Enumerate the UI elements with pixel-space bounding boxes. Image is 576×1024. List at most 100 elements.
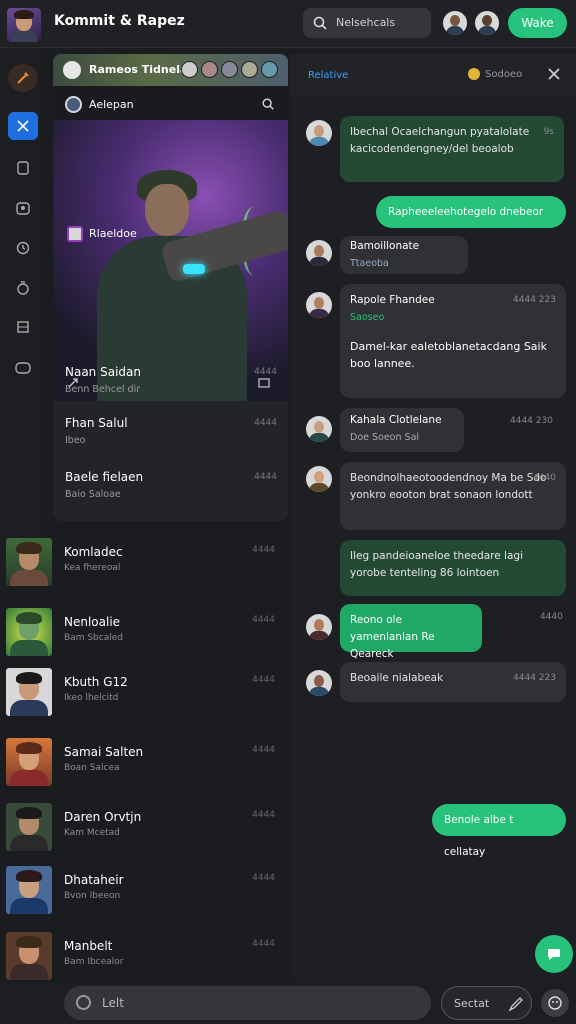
avatar[interactable] — [306, 292, 332, 318]
chat-title: Relative — [308, 70, 349, 81]
new-chat-button[interactable] — [535, 935, 573, 973]
sword-icon — [17, 72, 29, 84]
message-input[interactable]: Lelt — [64, 986, 431, 1020]
crossed-swords-icon — [17, 120, 29, 132]
rail-item[interactable] — [8, 154, 38, 182]
coin-icon — [468, 68, 480, 80]
item-subtitle: Kam Mcetad — [64, 828, 120, 838]
list-item[interactable]: Manbelt Bam Ibcealor 4444 — [0, 930, 289, 988]
search-label: Nelsehcals — [336, 16, 396, 29]
item-subtitle: Baio Saloae — [65, 489, 121, 500]
list-item[interactable]: Komladec Kea fhereoal 4444 — [0, 536, 289, 594]
item-subtitle: Benn Behcel dir — [65, 384, 141, 395]
search-icon[interactable] — [261, 97, 275, 111]
message-bubble: Rapole Fhandee Saoseo 4444 223 Damel-kar… — [340, 284, 566, 398]
avatar[interactable] — [306, 614, 332, 640]
item-subtitle: Bam Sbcaled — [64, 633, 123, 643]
rail-item-active[interactable] — [8, 112, 38, 140]
avatar[interactable] — [261, 61, 278, 78]
message-author: Bamoillonate — [350, 240, 420, 252]
avatar[interactable] — [181, 61, 198, 78]
outgoing-message: Benole albe t cellatay — [432, 804, 566, 858]
avatar[interactable] — [306, 416, 332, 442]
message-author: Kahala Clotlelane — [350, 414, 442, 426]
item-name: Fhan Salul — [65, 416, 128, 430]
avatar[interactable] — [306, 466, 332, 492]
message-sub: Saoseo — [350, 312, 385, 323]
item-time: 4444 — [254, 367, 277, 377]
community-header[interactable]: Rameos Tidnelar — [53, 54, 288, 86]
item-subtitle: Ibeo — [65, 435, 86, 446]
message-time: 9s — [543, 127, 554, 137]
app-title: Kommit & Rapez — [54, 13, 185, 29]
channel-name: Aelepan — [89, 98, 134, 111]
avatar[interactable] — [201, 61, 218, 78]
avatar[interactable] — [306, 240, 332, 266]
channel-logo — [65, 96, 82, 113]
item-time: 4444 — [252, 810, 275, 820]
message-bubble: Beondnolhaeotoodendnoy Ma be Sdo yonkro … — [340, 462, 566, 530]
list-item[interactable]: Samai Salten Boan Salcea 4444 — [0, 736, 289, 794]
list-item[interactable]: Baele fielaen Baio Saloae 4444 — [65, 470, 277, 500]
avatar[interactable] — [306, 120, 332, 146]
rail-item[interactable] — [8, 194, 38, 222]
rail-item[interactable] — [8, 234, 38, 262]
message-text: Beoaile nialabeak — [350, 672, 444, 684]
rail-item[interactable] — [8, 313, 38, 341]
featured-name: Rlaeldoe — [89, 227, 137, 240]
list-item[interactable]: Dhataheir Bvon Ibeeon 4444 — [0, 864, 289, 922]
message-time: 4444 223 — [513, 673, 556, 683]
avatar[interactable] — [475, 11, 499, 35]
composer: Lelt Sectat — [0, 982, 576, 1024]
message-time: 4440 — [540, 612, 563, 622]
avatar — [6, 668, 52, 716]
emoji-button[interactable] — [541, 989, 569, 1017]
send-label: Sectat — [454, 997, 490, 1010]
chat-bubble-icon — [548, 949, 560, 960]
rail-item[interactable] — [8, 274, 38, 302]
chat-header: Relative Sodoeo — [290, 54, 576, 96]
app-avatar[interactable] — [7, 8, 41, 42]
list-item[interactable]: Nenloalie Bam Sbcaled 4444 — [0, 606, 289, 664]
channel-hero-image[interactable]: Aelepan Rlaeldoe — [53, 86, 288, 401]
rail-item[interactable] — [8, 354, 38, 382]
item-name: Samai Salten — [64, 745, 144, 759]
send-button[interactable]: Sectat — [441, 986, 532, 1020]
message-text: Reono ole yamenlanlan Re Qeareck — [350, 614, 435, 660]
item-time: 4444 — [254, 472, 277, 482]
avatar[interactable] — [221, 61, 238, 78]
message-input-placeholder: Lelt — [102, 996, 124, 1010]
message-bubble: Beoaile nialabeak 4444 223 — [340, 662, 566, 702]
message-text: Damel-kar ealetoblanetacdang Saik boo la… — [350, 340, 547, 370]
item-name: Manbelt — [64, 939, 113, 953]
message-text: Ileg pandeioaneloe theedare lagi yorobe … — [350, 550, 523, 579]
avatar — [6, 538, 52, 586]
avatar[interactable] — [306, 670, 332, 696]
list-item[interactable]: Naan Saidan Benn Behcel dir 4444 — [65, 365, 277, 395]
item-name: Daren Orvtjn — [64, 810, 142, 824]
refresh-icon — [16, 241, 30, 255]
rail-home[interactable] — [8, 64, 38, 92]
community-panel: Rameos Tidnelar Aelepan Rlaeldoe Naan Sa… — [53, 54, 288, 521]
wake-button[interactable]: Wake — [508, 8, 567, 38]
left-rail — [0, 48, 46, 588]
chat-count: Sodoeo — [485, 69, 523, 80]
avatar[interactable] — [241, 61, 258, 78]
attach-icon[interactable] — [76, 995, 91, 1010]
featured-avatar[interactable] — [67, 226, 83, 242]
item-name: Baele fielaen — [65, 470, 144, 484]
avatar[interactable] — [443, 11, 467, 35]
avatar — [6, 932, 52, 980]
grid-icon — [17, 321, 29, 333]
conversation-list: Komladec Kea fhereoal 4444 Nenloalie Bam… — [0, 534, 289, 982]
list-item[interactable]: Fhan Salul Ibeo 4444 — [65, 416, 277, 446]
item-subtitle: Bvon Ibeeon — [64, 891, 121, 901]
list-item[interactable]: Daren Orvtjn Kam Mcetad 4444 — [0, 801, 289, 859]
message-bubble: Ibechal Ocaelchangun pyatalolate kacicod… — [340, 116, 564, 182]
emoji-icon — [548, 996, 562, 1010]
message-text: Ibechal Ocaelchangun pyatalolate kacicod… — [350, 126, 530, 155]
search-input[interactable]: Nelsehcals — [303, 8, 431, 38]
close-icon[interactable] — [546, 66, 562, 82]
list-item[interactable]: Kbuth G12 Ikeo lhelcitd 4444 — [0, 666, 289, 724]
avatar — [6, 608, 52, 656]
